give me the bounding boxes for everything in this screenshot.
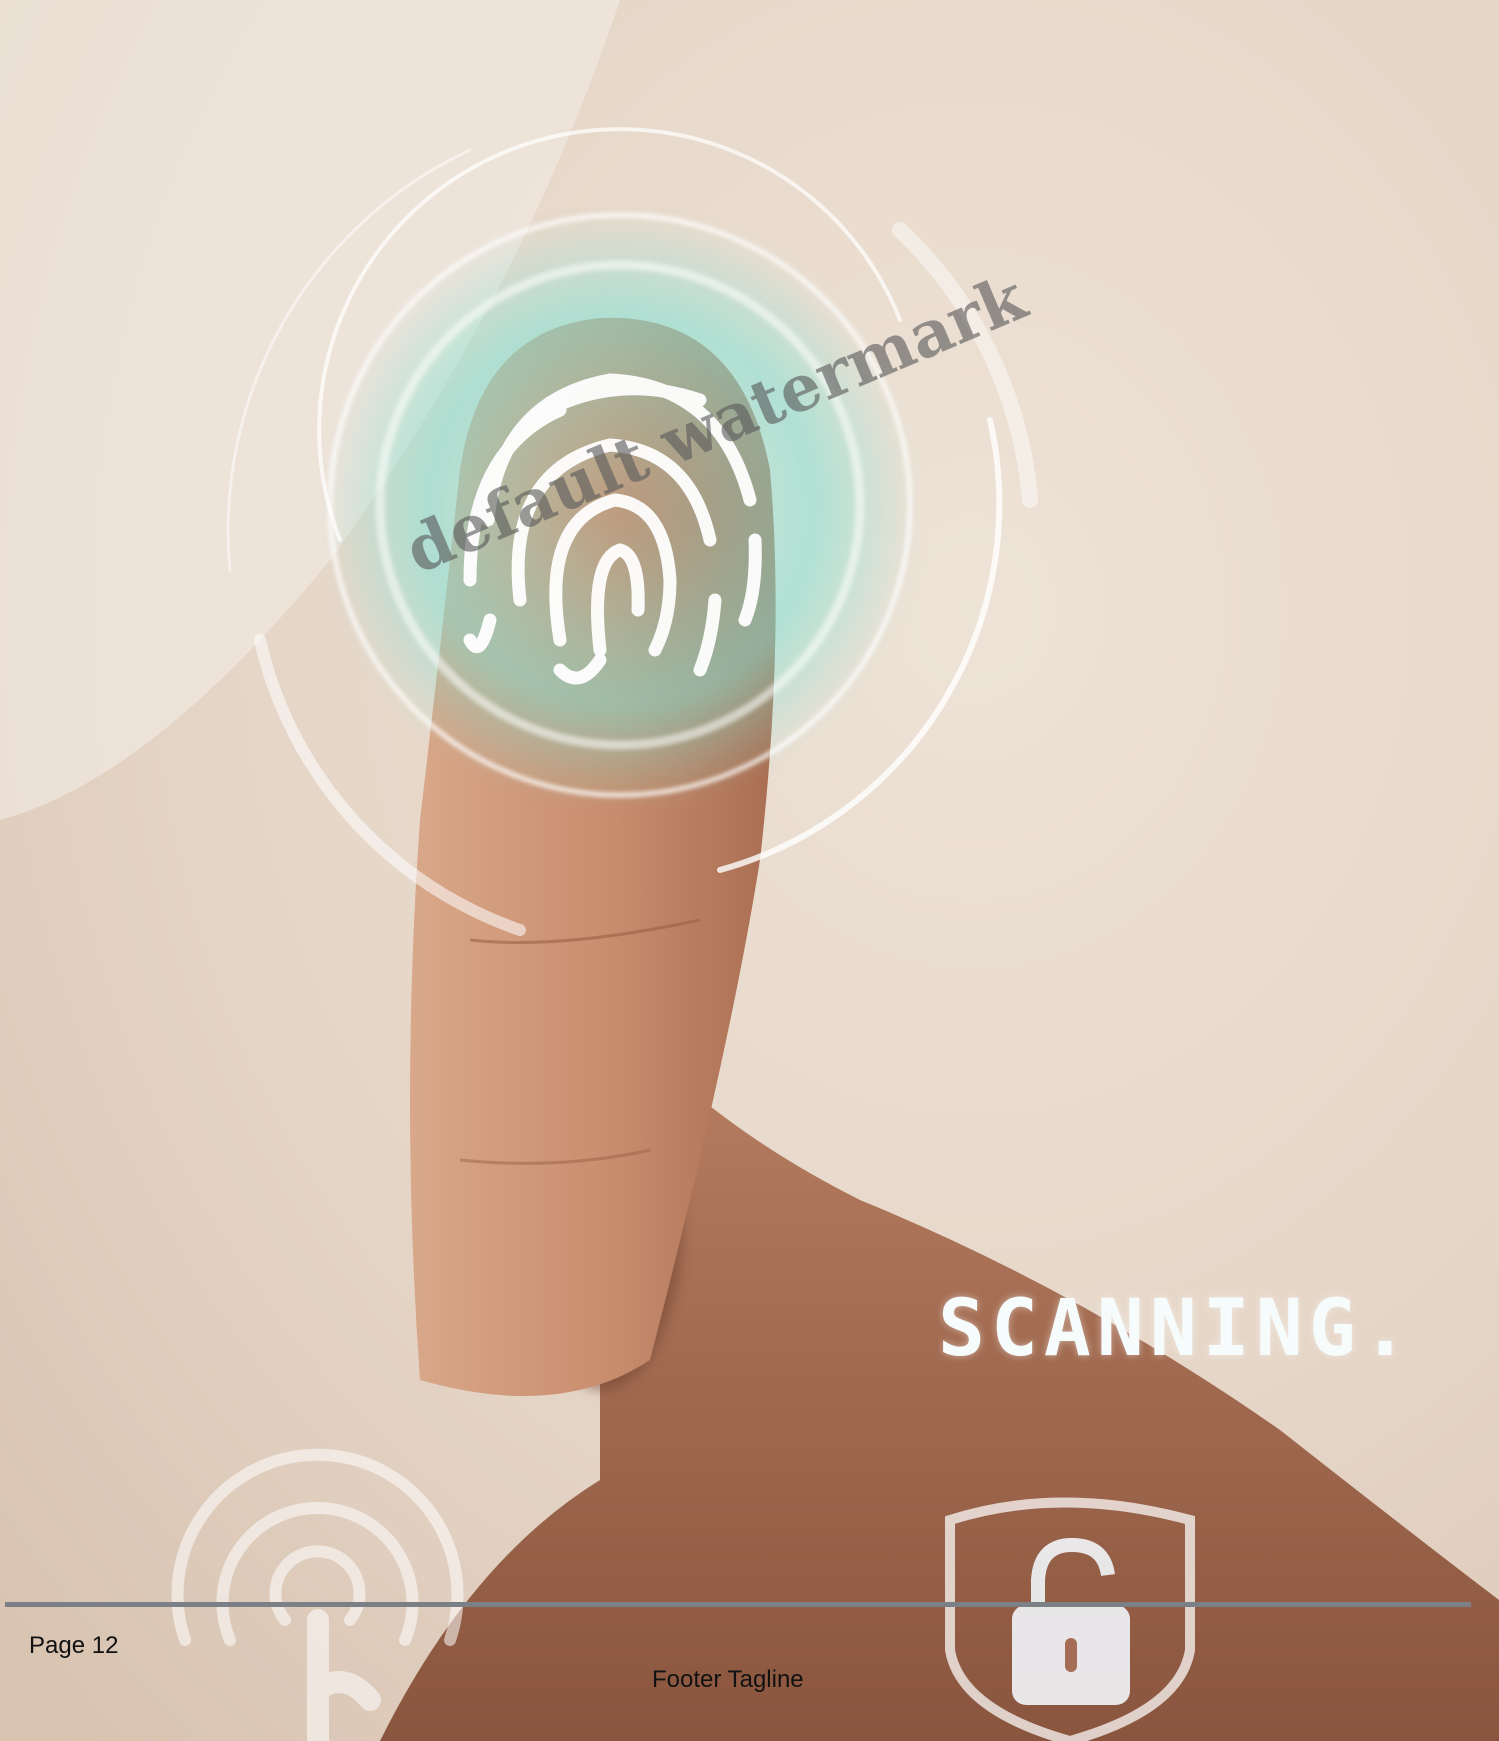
fingerprint-scan-photo bbox=[0, 0, 1499, 1741]
scanning-overlay-text: SCANNING. bbox=[938, 1284, 1415, 1374]
footer-divider bbox=[5, 1602, 1471, 1607]
footer-tagline: Footer Tagline bbox=[652, 1666, 804, 1693]
page-number: Page 12 bbox=[29, 1632, 119, 1659]
